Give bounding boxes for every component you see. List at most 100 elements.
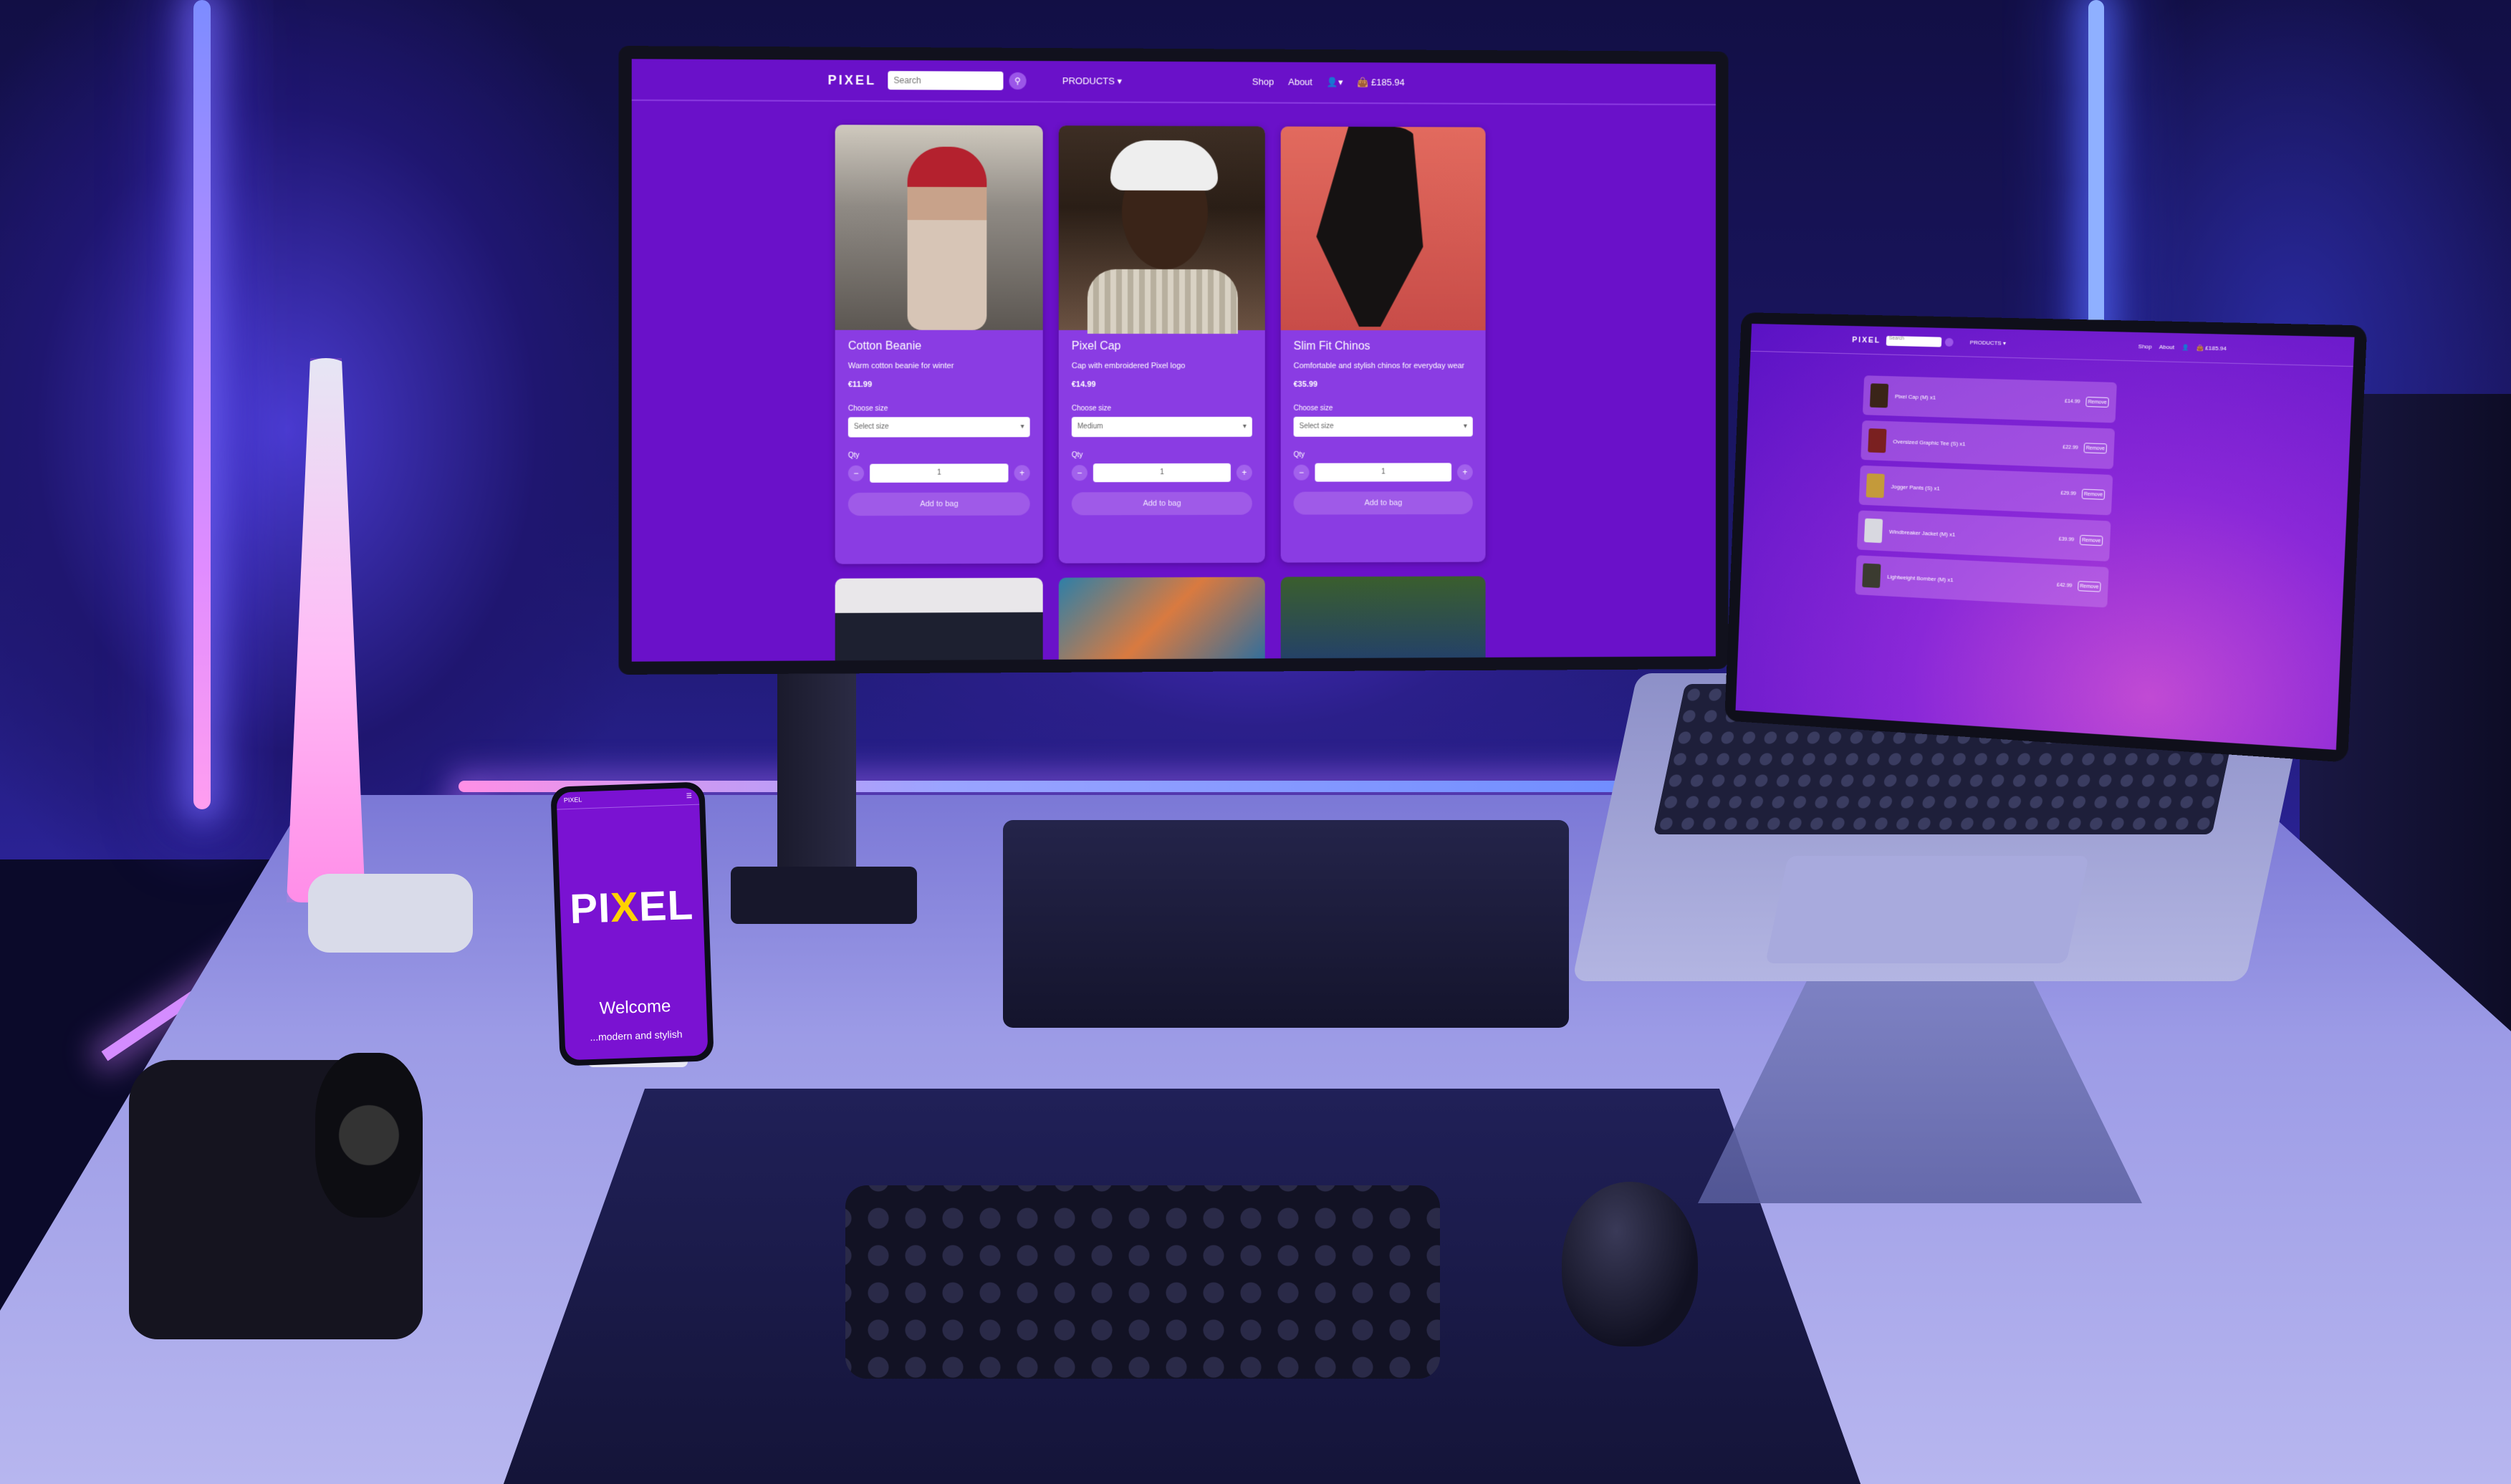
- plus-icon[interactable]: +: [1014, 465, 1030, 481]
- bag-item-name: Windbreaker Jacket (M) x1: [1889, 528, 1956, 537]
- remove-button[interactable]: Remove: [2083, 443, 2107, 453]
- bag-item-price: £14.99: [2065, 399, 2080, 405]
- phone-site-logo[interactable]: PIXEL: [564, 796, 582, 804]
- nav-right-links: Shop About 👤▾ 👜 £185.94: [1252, 76, 1405, 88]
- search-icon[interactable]: [1944, 337, 1953, 346]
- model-cap: [1110, 140, 1218, 191]
- product-grid: Cotton Beanie Warm cotton beanie for win…: [835, 125, 1486, 564]
- bag-total-link[interactable]: 👜 £185.94: [2196, 344, 2227, 352]
- product-card: Slim Fit Chinos Comfortable and stylish …: [1281, 127, 1486, 563]
- minus-icon[interactable]: −: [1072, 465, 1088, 481]
- product-image[interactable]: [835, 578, 1043, 662]
- hero-logo-right: EL: [638, 882, 694, 930]
- model-shirt: [1088, 269, 1238, 334]
- minus-icon[interactable]: −: [848, 465, 864, 481]
- size-select[interactable]: Select size ▾: [848, 417, 1030, 437]
- bag-icon: 👜: [2196, 344, 2204, 351]
- bag-item: Lightweight Bomber (M) x1 £42.99 Remove: [1855, 555, 2108, 607]
- search-input[interactable]: [888, 71, 1003, 90]
- bag-item-thumbnail[interactable]: [1862, 563, 1881, 588]
- product-image[interactable]: [1059, 577, 1265, 662]
- bag-total-link[interactable]: 👜 £185.94: [1357, 77, 1404, 88]
- plus-icon[interactable]: +: [1457, 464, 1473, 480]
- product-image[interactable]: [1281, 576, 1486, 661]
- size-select-value: Medium: [1077, 423, 1103, 430]
- phone-screen: PIXEL ☰ PIXEL Welcome ...modern and styl…: [557, 788, 709, 1061]
- minus-icon[interactable]: −: [1294, 464, 1310, 480]
- product-description: Cap with embroidered Pixel logo: [1072, 360, 1252, 373]
- bag-item-list: Pixel Cap (M) x1 £14.99 Remove Oversized…: [1855, 375, 2117, 613]
- product-image[interactable]: [835, 125, 1043, 330]
- product-price: €14.99: [1072, 380, 1252, 389]
- add-to-bag-button[interactable]: Add to bag: [1072, 491, 1252, 515]
- model-figure: [908, 147, 987, 330]
- desk-lamp-base: [308, 874, 473, 953]
- product-title[interactable]: Slim Fit Chinos: [1294, 340, 1473, 353]
- user-icon[interactable]: 👤▾: [1327, 77, 1343, 88]
- size-label: Choose size: [1294, 404, 1473, 412]
- nav-link-about[interactable]: About: [2159, 344, 2175, 351]
- bag-item-thumbnail[interactable]: [1868, 428, 1886, 453]
- nav-link-shop[interactable]: Shop: [2138, 343, 2152, 350]
- qty-label: Qty: [1294, 450, 1473, 458]
- dark-tablet-device: [1003, 820, 1569, 1028]
- bag-icon: 👜: [1357, 77, 1368, 87]
- hero-logo-left: PI: [569, 885, 611, 933]
- bag-item-thumbnail[interactable]: [1866, 473, 1885, 498]
- size-select[interactable]: Select size ▾: [1294, 416, 1473, 436]
- product-image[interactable]: [1059, 125, 1265, 330]
- user-icon[interactable]: 👤: [2181, 344, 2189, 351]
- add-to-bag-button[interactable]: Add to bag: [1294, 491, 1473, 514]
- monitor-stand-foot: [731, 867, 917, 924]
- mouse: [1562, 1182, 1698, 1346]
- bag-item-price: £29.99: [2060, 491, 2076, 496]
- nav-link-shop[interactable]: Shop: [1252, 76, 1274, 87]
- qty-input[interactable]: 1: [870, 463, 1008, 482]
- qty-input[interactable]: 1: [1315, 463, 1451, 481]
- remove-button[interactable]: Remove: [2078, 581, 2101, 592]
- chevron-down-icon: ▾: [2003, 340, 2006, 347]
- bag-total: £185.94: [1371, 77, 1405, 87]
- search-input[interactable]: Search: [1886, 335, 1942, 347]
- product-price: €35.99: [1294, 380, 1473, 388]
- remove-button[interactable]: Remove: [2085, 397, 2109, 408]
- product-title[interactable]: Pixel Cap: [1072, 340, 1252, 353]
- chevron-down-icon: ▾: [1021, 423, 1024, 430]
- remove-button[interactable]: Remove: [2080, 535, 2103, 546]
- bag-item-thumbnail[interactable]: [1870, 383, 1888, 408]
- product-title[interactable]: Cotton Beanie: [848, 340, 1030, 353]
- bag-item-price: £42.99: [2057, 582, 2073, 588]
- remove-button[interactable]: Remove: [2082, 489, 2106, 500]
- size-label: Choose size: [848, 405, 1030, 413]
- site-logo[interactable]: PIXEL: [828, 72, 877, 87]
- add-to-bag-button[interactable]: Add to bag: [848, 492, 1030, 516]
- product-description: Comfortable and stylish chinos for every…: [1294, 360, 1473, 373]
- keyboard: [845, 1185, 1440, 1379]
- product-card-body: Pixel Cap Cap with embroidered Pixel log…: [1059, 330, 1265, 525]
- bag-item: Pixel Cap (M) x1 £14.99 Remove: [1863, 375, 2117, 423]
- site-logo[interactable]: PIXEL: [1852, 335, 1881, 344]
- product-image[interactable]: [1281, 127, 1486, 331]
- size-select[interactable]: Medium ▾: [1072, 416, 1252, 436]
- bag-item-price: £39.99: [2059, 536, 2075, 542]
- phone: PIXEL ☰ PIXEL Welcome ...modern and styl…: [550, 781, 714, 1066]
- qty-label: Qty: [1072, 450, 1252, 458]
- size-select-value: Select size: [854, 423, 889, 431]
- quantity-stepper: − 1 +: [1072, 463, 1252, 481]
- search-icon[interactable]: ⚲: [1009, 72, 1027, 90]
- size-label: Choose size: [1072, 405, 1252, 413]
- products-dropdown[interactable]: PRODUCTS ▾: [1062, 75, 1122, 87]
- products-dropdown[interactable]: PRODUCTS ▾: [1970, 339, 2006, 347]
- hero-logo: PIXEL: [560, 881, 704, 934]
- qty-input[interactable]: 1: [1093, 463, 1231, 481]
- product-card-body: Slim Fit Chinos Comfortable and stylish …: [1281, 330, 1486, 524]
- plus-icon[interactable]: +: [1237, 464, 1252, 480]
- nav-link-about[interactable]: About: [1288, 77, 1312, 88]
- hamburger-menu-icon[interactable]: ☰: [686, 792, 692, 800]
- monitor-stand-neck: [777, 659, 856, 888]
- led-strip-left: [193, 0, 211, 809]
- bag-item-thumbnail[interactable]: [1864, 519, 1883, 543]
- product-price: €11.99: [848, 380, 1030, 389]
- monitor: PIXEL ⚲ PRODUCTS ▾ Shop About 👤▾ 👜 £185.…: [618, 46, 1728, 675]
- site-navbar: PIXEL Search PRODUCTS ▾ Shop About 👤 👜 £…: [1751, 324, 2355, 367]
